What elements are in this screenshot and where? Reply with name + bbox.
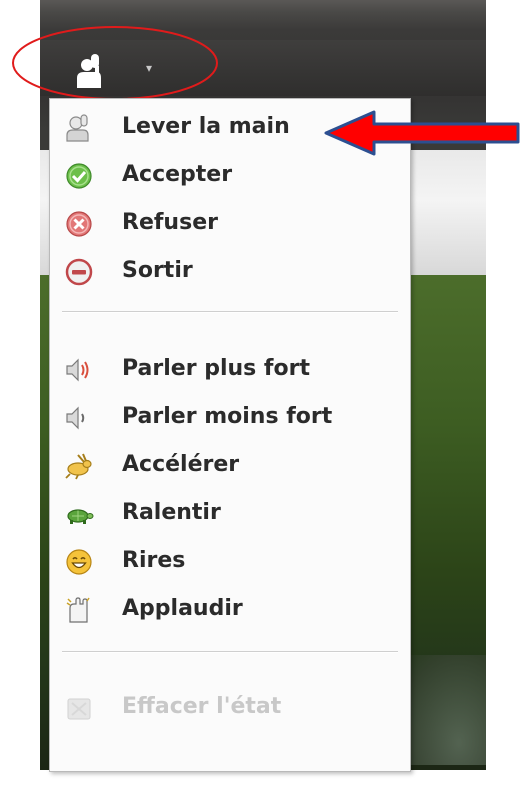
x-circle-icon: [64, 209, 94, 239]
menu-item-label: Accélérer: [122, 452, 240, 477]
clear-status-icon: [64, 693, 94, 723]
menu-item-label: Rires: [122, 548, 186, 573]
menu-item-label: Ralentir: [122, 500, 221, 525]
speaker-loud-icon: [64, 355, 94, 385]
highlight-ellipse-annotation: [12, 26, 218, 100]
menu-item-speak-louder[interactable]: Parler plus fort: [50, 345, 410, 393]
menu-item-label: Refuser: [122, 210, 218, 235]
menu-item-label: Parler moins fort: [122, 404, 333, 429]
menu-item-label: Accepter: [122, 162, 233, 187]
menu-item-label: Applaudir: [122, 596, 243, 621]
menu-item-exit[interactable]: Sortir: [50, 247, 410, 295]
menu-item-label: Effacer l'état: [122, 694, 282, 719]
rabbit-icon: [64, 451, 94, 481]
turtle-icon: [64, 499, 94, 529]
menu-item-clear-status[interactable]: Effacer l'état: [50, 683, 410, 731]
status-menu: Lever la main Accepter Refuser Sortir Pa…: [49, 98, 411, 772]
menu-item-speed-up[interactable]: Accélérer: [50, 441, 410, 489]
red-arrow-annotation: [324, 110, 520, 156]
menu-item-label: Sortir: [122, 258, 193, 283]
raise-hand-icon: [64, 113, 94, 143]
laugh-icon: [64, 547, 94, 577]
applause-icon: [64, 595, 94, 625]
menu-item-applause[interactable]: Applaudir: [50, 585, 410, 633]
menu-item-accept[interactable]: Accepter: [50, 151, 410, 199]
menu-item-speak-softer[interactable]: Parler moins fort: [50, 393, 410, 441]
menu-item-label: Parler plus fort: [122, 356, 310, 381]
minus-circle-icon: [64, 257, 94, 287]
menu-separator: [62, 311, 398, 313]
menu-item-refuse[interactable]: Refuser: [50, 199, 410, 247]
speaker-quiet-icon: [64, 403, 94, 433]
menu-item-slow-down[interactable]: Ralentir: [50, 489, 410, 537]
menu-item-laugh[interactable]: Rires: [50, 537, 410, 585]
menu-item-label: Lever la main: [122, 114, 290, 139]
check-circle-icon: [64, 161, 94, 191]
menu-separator: [62, 651, 398, 653]
